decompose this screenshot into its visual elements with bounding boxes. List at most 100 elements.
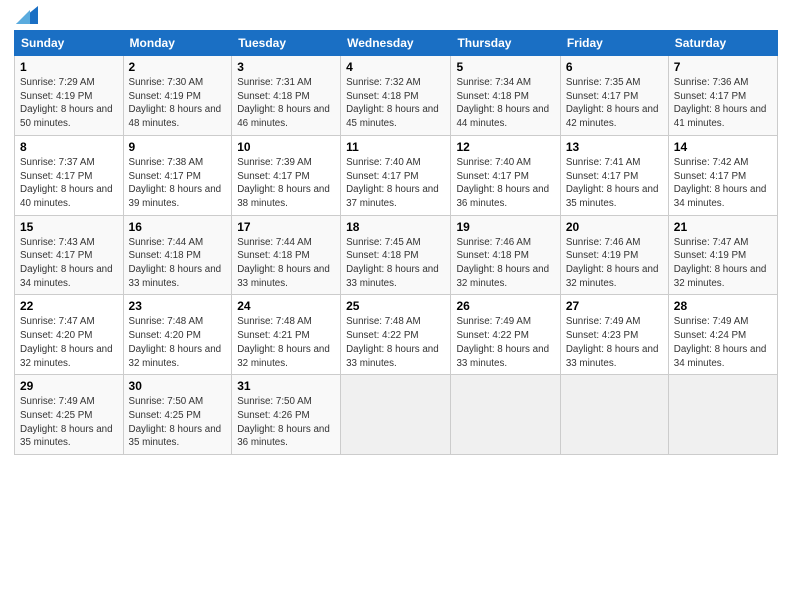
calendar-cell: 10 Sunrise: 7:39 AMSunset: 4:17 PMDaylig… bbox=[232, 135, 341, 215]
day-number: 5 bbox=[456, 60, 554, 74]
header bbox=[14, 10, 778, 24]
day-number: 13 bbox=[566, 140, 663, 154]
day-number: 10 bbox=[237, 140, 335, 154]
week-row-2: 8 Sunrise: 7:37 AMSunset: 4:17 PMDayligh… bbox=[15, 135, 778, 215]
day-detail: Sunrise: 7:45 AMSunset: 4:18 PMDaylight:… bbox=[346, 237, 439, 289]
day-number: 30 bbox=[129, 379, 227, 393]
calendar-cell bbox=[451, 375, 560, 455]
day-number: 7 bbox=[674, 60, 772, 74]
calendar-cell: 30 Sunrise: 7:50 AMSunset: 4:25 PMDaylig… bbox=[123, 375, 232, 455]
calendar-cell: 12 Sunrise: 7:40 AMSunset: 4:17 PMDaylig… bbox=[451, 135, 560, 215]
calendar-cell: 24 Sunrise: 7:48 AMSunset: 4:21 PMDaylig… bbox=[232, 295, 341, 375]
week-row-4: 22 Sunrise: 7:47 AMSunset: 4:20 PMDaylig… bbox=[15, 295, 778, 375]
calendar-cell: 22 Sunrise: 7:47 AMSunset: 4:20 PMDaylig… bbox=[15, 295, 124, 375]
weekday-header-tuesday: Tuesday bbox=[232, 31, 341, 56]
day-number: 29 bbox=[20, 379, 118, 393]
calendar-cell: 6 Sunrise: 7:35 AMSunset: 4:17 PMDayligh… bbox=[560, 56, 668, 136]
day-detail: Sunrise: 7:50 AMSunset: 4:26 PMDaylight:… bbox=[237, 396, 330, 448]
day-number: 22 bbox=[20, 299, 118, 313]
calendar-cell: 9 Sunrise: 7:38 AMSunset: 4:17 PMDayligh… bbox=[123, 135, 232, 215]
day-detail: Sunrise: 7:49 AMSunset: 4:24 PMDaylight:… bbox=[674, 316, 767, 368]
calendar-cell: 8 Sunrise: 7:37 AMSunset: 4:17 PMDayligh… bbox=[15, 135, 124, 215]
day-detail: Sunrise: 7:31 AMSunset: 4:18 PMDaylight:… bbox=[237, 77, 330, 129]
weekday-header-friday: Friday bbox=[560, 31, 668, 56]
day-number: 1 bbox=[20, 60, 118, 74]
day-number: 18 bbox=[346, 220, 445, 234]
calendar-cell: 25 Sunrise: 7:48 AMSunset: 4:22 PMDaylig… bbox=[341, 295, 451, 375]
weekday-header-sunday: Sunday bbox=[15, 31, 124, 56]
day-number: 25 bbox=[346, 299, 445, 313]
calendar-cell: 28 Sunrise: 7:49 AMSunset: 4:24 PMDaylig… bbox=[668, 295, 777, 375]
day-detail: Sunrise: 7:46 AMSunset: 4:18 PMDaylight:… bbox=[456, 237, 549, 289]
day-detail: Sunrise: 7:38 AMSunset: 4:17 PMDaylight:… bbox=[129, 157, 222, 209]
weekday-header-monday: Monday bbox=[123, 31, 232, 56]
day-detail: Sunrise: 7:32 AMSunset: 4:18 PMDaylight:… bbox=[346, 77, 439, 129]
calendar-cell: 3 Sunrise: 7:31 AMSunset: 4:18 PMDayligh… bbox=[232, 56, 341, 136]
day-number: 21 bbox=[674, 220, 772, 234]
day-detail: Sunrise: 7:29 AMSunset: 4:19 PMDaylight:… bbox=[20, 77, 113, 129]
day-number: 12 bbox=[456, 140, 554, 154]
day-detail: Sunrise: 7:47 AMSunset: 4:20 PMDaylight:… bbox=[20, 316, 113, 368]
day-detail: Sunrise: 7:34 AMSunset: 4:18 PMDaylight:… bbox=[456, 77, 549, 129]
calendar-cell: 17 Sunrise: 7:44 AMSunset: 4:18 PMDaylig… bbox=[232, 215, 341, 295]
calendar-cell: 20 Sunrise: 7:46 AMSunset: 4:19 PMDaylig… bbox=[560, 215, 668, 295]
weekday-header-wednesday: Wednesday bbox=[341, 31, 451, 56]
day-detail: Sunrise: 7:44 AMSunset: 4:18 PMDaylight:… bbox=[129, 237, 222, 289]
day-detail: Sunrise: 7:49 AMSunset: 4:25 PMDaylight:… bbox=[20, 396, 113, 448]
week-row-3: 15 Sunrise: 7:43 AMSunset: 4:17 PMDaylig… bbox=[15, 215, 778, 295]
week-row-5: 29 Sunrise: 7:49 AMSunset: 4:25 PMDaylig… bbox=[15, 375, 778, 455]
calendar-cell: 7 Sunrise: 7:36 AMSunset: 4:17 PMDayligh… bbox=[668, 56, 777, 136]
day-number: 27 bbox=[566, 299, 663, 313]
logo bbox=[14, 14, 38, 24]
day-detail: Sunrise: 7:49 AMSunset: 4:23 PMDaylight:… bbox=[566, 316, 659, 368]
calendar-cell bbox=[341, 375, 451, 455]
calendar-cell: 2 Sunrise: 7:30 AMSunset: 4:19 PMDayligh… bbox=[123, 56, 232, 136]
calendar-cell bbox=[668, 375, 777, 455]
day-number: 31 bbox=[237, 379, 335, 393]
day-detail: Sunrise: 7:44 AMSunset: 4:18 PMDaylight:… bbox=[237, 237, 330, 289]
day-number: 2 bbox=[129, 60, 227, 74]
day-number: 19 bbox=[456, 220, 554, 234]
day-number: 8 bbox=[20, 140, 118, 154]
day-detail: Sunrise: 7:39 AMSunset: 4:17 PMDaylight:… bbox=[237, 157, 330, 209]
day-detail: Sunrise: 7:48 AMSunset: 4:20 PMDaylight:… bbox=[129, 316, 222, 368]
day-number: 23 bbox=[129, 299, 227, 313]
calendar-cell: 4 Sunrise: 7:32 AMSunset: 4:18 PMDayligh… bbox=[341, 56, 451, 136]
day-number: 11 bbox=[346, 140, 445, 154]
logo-icon bbox=[16, 6, 38, 24]
day-number: 16 bbox=[129, 220, 227, 234]
day-number: 28 bbox=[674, 299, 772, 313]
calendar-cell: 18 Sunrise: 7:45 AMSunset: 4:18 PMDaylig… bbox=[341, 215, 451, 295]
day-detail: Sunrise: 7:41 AMSunset: 4:17 PMDaylight:… bbox=[566, 157, 659, 209]
day-detail: Sunrise: 7:48 AMSunset: 4:21 PMDaylight:… bbox=[237, 316, 330, 368]
calendar-cell: 11 Sunrise: 7:40 AMSunset: 4:17 PMDaylig… bbox=[341, 135, 451, 215]
day-detail: Sunrise: 7:36 AMSunset: 4:17 PMDaylight:… bbox=[674, 77, 767, 129]
day-detail: Sunrise: 7:47 AMSunset: 4:19 PMDaylight:… bbox=[674, 237, 767, 289]
day-detail: Sunrise: 7:42 AMSunset: 4:17 PMDaylight:… bbox=[674, 157, 767, 209]
calendar-cell: 15 Sunrise: 7:43 AMSunset: 4:17 PMDaylig… bbox=[15, 215, 124, 295]
day-number: 9 bbox=[129, 140, 227, 154]
day-detail: Sunrise: 7:40 AMSunset: 4:17 PMDaylight:… bbox=[456, 157, 549, 209]
day-number: 6 bbox=[566, 60, 663, 74]
week-row-1: 1 Sunrise: 7:29 AMSunset: 4:19 PMDayligh… bbox=[15, 56, 778, 136]
day-number: 3 bbox=[237, 60, 335, 74]
weekday-header-row: SundayMondayTuesdayWednesdayThursdayFrid… bbox=[15, 31, 778, 56]
day-number: 17 bbox=[237, 220, 335, 234]
day-number: 14 bbox=[674, 140, 772, 154]
main-container: SundayMondayTuesdayWednesdayThursdayFrid… bbox=[0, 0, 792, 463]
day-detail: Sunrise: 7:40 AMSunset: 4:17 PMDaylight:… bbox=[346, 157, 439, 209]
weekday-header-saturday: Saturday bbox=[668, 31, 777, 56]
day-detail: Sunrise: 7:46 AMSunset: 4:19 PMDaylight:… bbox=[566, 237, 659, 289]
day-detail: Sunrise: 7:30 AMSunset: 4:19 PMDaylight:… bbox=[129, 77, 222, 129]
day-detail: Sunrise: 7:35 AMSunset: 4:17 PMDaylight:… bbox=[566, 77, 659, 129]
day-detail: Sunrise: 7:37 AMSunset: 4:17 PMDaylight:… bbox=[20, 157, 113, 209]
day-number: 26 bbox=[456, 299, 554, 313]
day-detail: Sunrise: 7:48 AMSunset: 4:22 PMDaylight:… bbox=[346, 316, 439, 368]
weekday-header-thursday: Thursday bbox=[451, 31, 560, 56]
calendar-cell: 27 Sunrise: 7:49 AMSunset: 4:23 PMDaylig… bbox=[560, 295, 668, 375]
calendar-cell bbox=[560, 375, 668, 455]
calendar-cell: 26 Sunrise: 7:49 AMSunset: 4:22 PMDaylig… bbox=[451, 295, 560, 375]
calendar-cell: 5 Sunrise: 7:34 AMSunset: 4:18 PMDayligh… bbox=[451, 56, 560, 136]
calendar-cell: 14 Sunrise: 7:42 AMSunset: 4:17 PMDaylig… bbox=[668, 135, 777, 215]
day-number: 15 bbox=[20, 220, 118, 234]
